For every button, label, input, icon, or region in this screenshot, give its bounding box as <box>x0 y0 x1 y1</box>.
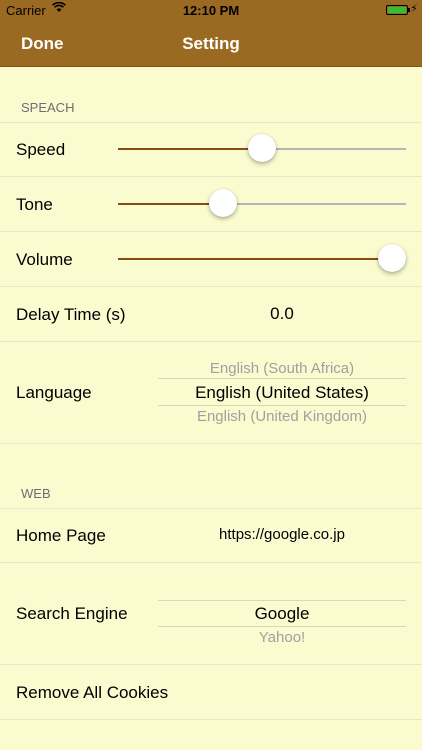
language-picker[interactable]: English (South Africa) English (United S… <box>158 356 406 430</box>
language-option-selected[interactable]: English (United States) <box>158 383 406 403</box>
search-engine-label: Search Engine <box>16 604 128 623</box>
volume-slider-thumb[interactable] <box>378 244 406 272</box>
speed-slider[interactable] <box>118 134 406 162</box>
charging-icon: ⚡ <box>410 3 418 15</box>
language-label: Language <box>16 383 92 402</box>
divider <box>0 231 422 232</box>
done-button[interactable]: Done <box>21 34 64 54</box>
home-page-label: Home Page <box>16 526 106 545</box>
battery-icon <box>386 5 410 15</box>
divider <box>0 508 422 509</box>
divider <box>0 719 422 720</box>
divider <box>0 176 422 177</box>
tone-slider-thumb[interactable] <box>209 189 237 217</box>
divider <box>0 443 422 444</box>
section-header-web: WEB <box>21 486 51 501</box>
remove-all-cookies-button[interactable]: Remove All Cookies <box>16 683 168 703</box>
volume-label: Volume <box>16 250 73 269</box>
navigation-bar: Done Setting <box>0 20 422 67</box>
divider <box>0 664 422 665</box>
speed-label: Speed <box>16 140 66 159</box>
section-header-speach: SPEACH <box>21 100 75 115</box>
delay-time-value[interactable]: 0.0 <box>158 304 406 324</box>
search-engine-option-selected[interactable]: Google <box>158 604 406 624</box>
divider <box>0 122 422 123</box>
status-bar: Carrier 12:10 PM ⚡ <box>0 0 422 20</box>
search-engine-option[interactable]: Yahoo! <box>158 629 406 646</box>
tone-slider[interactable] <box>118 189 406 217</box>
speed-slider-thumb[interactable] <box>248 134 276 162</box>
tone-label: Tone <box>16 195 53 214</box>
search-engine-picker[interactable]: Google Yahoo! <box>158 598 406 648</box>
home-page-url[interactable]: https://google.co.jp <box>158 526 406 543</box>
tone-slider-fill <box>118 203 223 205</box>
status-time: 12:10 PM <box>182 3 240 18</box>
divider <box>0 562 422 563</box>
language-option[interactable]: English (United Kingdom) <box>158 408 406 425</box>
divider <box>0 286 422 287</box>
delay-time-label: Delay Time (s) <box>16 305 126 324</box>
divider <box>0 341 422 342</box>
speed-slider-fill <box>118 148 262 150</box>
volume-slider-fill <box>118 258 392 260</box>
language-option[interactable]: English (South Africa) <box>158 360 406 377</box>
volume-slider[interactable] <box>118 244 406 272</box>
